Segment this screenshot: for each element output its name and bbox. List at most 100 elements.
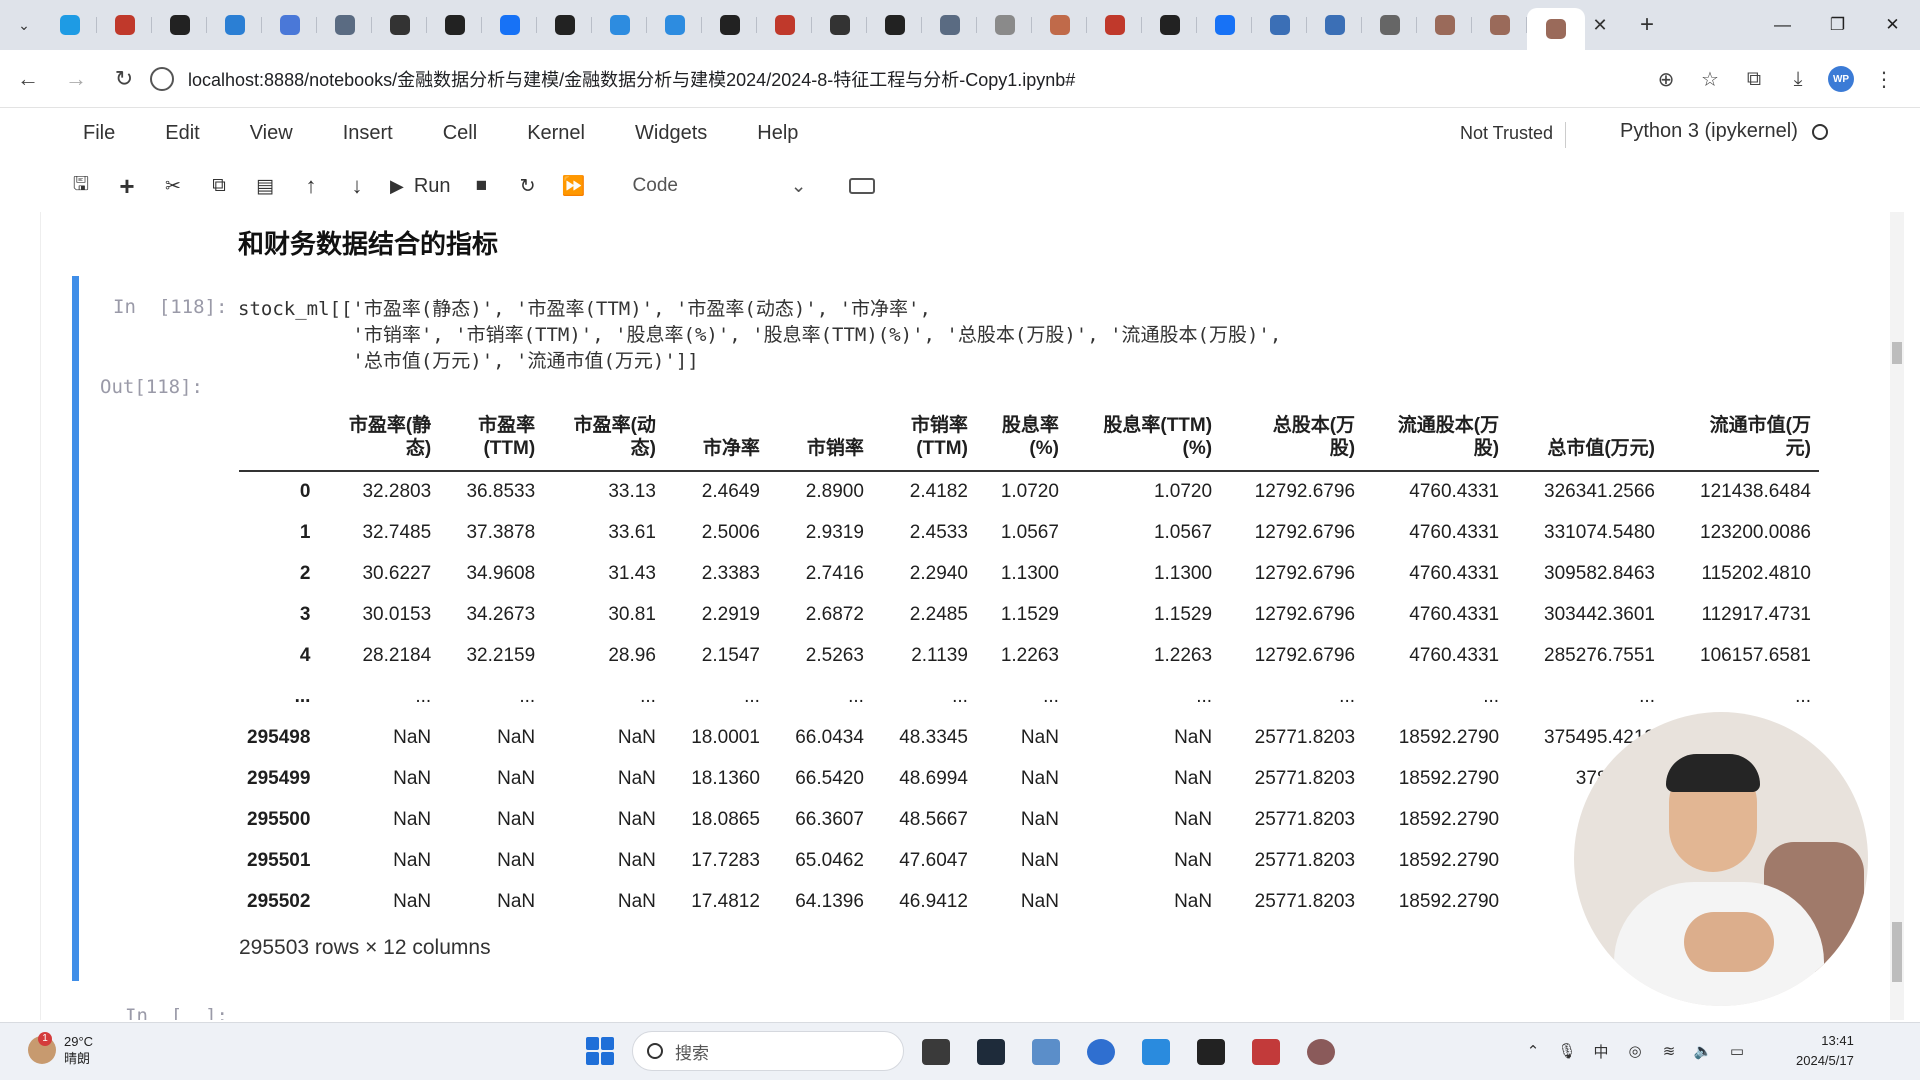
copy-icon[interactable]: ⧉ (196, 168, 242, 204)
browser-tab[interactable] (702, 7, 757, 43)
weather-widget[interactable]: 1 29°C 晴朗 (28, 1032, 93, 1067)
clock[interactable]: 13:41 2024/5/17 (1796, 1031, 1854, 1071)
browser-tab[interactable] (207, 7, 262, 43)
recorder-icon[interactable] (1299, 1032, 1343, 1072)
run-button[interactable]: ▶ Run (390, 175, 451, 198)
browser-tab[interactable] (1142, 7, 1197, 43)
volume-icon[interactable]: 🔈 (1686, 1037, 1720, 1065)
new-tab-button[interactable]: + (1629, 7, 1665, 43)
browser-tab[interactable] (1307, 7, 1362, 43)
back-icon[interactable]: ← (8, 59, 48, 99)
menu-cell[interactable]: Cell (443, 122, 477, 145)
keyboard-shortcuts-icon[interactable] (848, 178, 875, 194)
vscode-app-icon[interactable] (1134, 1032, 1178, 1072)
table-cell: 12792.6796 (1254, 562, 1356, 584)
menu-view[interactable]: View (250, 122, 293, 145)
tab-search-chevron-icon[interactable]: ⌄ (6, 7, 42, 43)
restart-run-all-icon[interactable]: ⏩ (551, 168, 597, 204)
browser-tab[interactable] (537, 7, 592, 43)
code-editor[interactable]: stock_ml[['市盈率(静态)', '市盈率(TTM)', '市盈率(动态… (238, 296, 1281, 374)
restart-kernel-icon[interactable]: ↻ (505, 168, 551, 204)
move-up-icon[interactable]: ↑ (288, 168, 334, 204)
next-cell-prompt[interactable]: In [ ]: (125, 1005, 228, 1020)
browser-tab[interactable] (757, 7, 812, 43)
table-row: 295498 NaN NaN NaN 18.0001 66.0434 48.3345 NaN N… (239, 717, 1819, 758)
address-bar[interactable]: localhost:8888/notebooks/金融数据分析与建模/金融数据分… (150, 59, 1590, 99)
browser-tab[interactable] (977, 7, 1032, 43)
app-tray-icon[interactable]: ◎ (1618, 1037, 1652, 1065)
start-button[interactable] (586, 1037, 614, 1065)
menu-file[interactable]: File (83, 122, 115, 145)
interrupt-icon[interactable]: ■ (459, 168, 505, 204)
browser-tab[interactable] (427, 7, 482, 43)
ime-icon[interactable]: 中 (1584, 1037, 1618, 1065)
trust-status[interactable]: Not Trusted (1448, 122, 1567, 148)
browser-tab[interactable] (922, 7, 977, 43)
chrome-icon[interactable] (1079, 1032, 1123, 1072)
kernel-indicator[interactable]: Python 3 (ipykernel) (1620, 120, 1828, 143)
window-controls: — ❐ ✕ (1755, 0, 1920, 50)
notebook-scrollbar[interactable] (1890, 212, 1904, 1020)
browser-tab[interactable] (592, 7, 647, 43)
browser-tab[interactable] (152, 7, 207, 43)
browser-tab[interactable] (97, 7, 152, 43)
save-icon[interactable]: 🖫 (58, 168, 104, 204)
profile-avatar[interactable]: WP (1828, 66, 1854, 92)
taskbar-search[interactable]: 搜索 (632, 1031, 904, 1071)
restore-icon[interactable]: ❐ (1810, 0, 1865, 50)
microphone-icon[interactable]: 🎙 (1550, 1037, 1584, 1065)
menu-edit[interactable]: Edit (165, 122, 199, 145)
cell-type-select[interactable]: Code ⌄ (619, 170, 819, 202)
file-explorer-icon[interactable] (914, 1032, 958, 1072)
browser-tab[interactable] (1252, 7, 1307, 43)
site-info-icon[interactable] (150, 67, 174, 91)
browser-tab[interactable] (1472, 7, 1527, 43)
tray-chevron-icon[interactable]: ⌃ (1516, 1037, 1550, 1065)
battery-icon[interactable]: ▭ (1720, 1037, 1754, 1065)
scrollbar-thumb-secondary[interactable] (1892, 922, 1902, 982)
close-tab-icon[interactable]: ✕ (1585, 10, 1615, 40)
minimize-icon[interactable]: — (1755, 0, 1810, 50)
browser-tab[interactable] (1417, 7, 1472, 43)
markdown-heading[interactable]: 和财务数据结合的指标 (238, 224, 498, 261)
table-cell: NaN (617, 726, 656, 748)
close-window-icon[interactable]: ✕ (1865, 0, 1920, 50)
browser-tab[interactable] (317, 7, 372, 43)
browser-tab[interactable] (262, 7, 317, 43)
browser-tab[interactable] (812, 7, 867, 43)
browser-tab[interactable] (1527, 8, 1585, 50)
menu-insert[interactable]: Insert (343, 122, 393, 145)
bookmark-star-icon[interactable]: ☆ (1688, 59, 1732, 99)
cut-icon[interactable]: ✂ (150, 168, 196, 204)
terminal-icon[interactable] (969, 1032, 1013, 1072)
menu-help[interactable]: Help (757, 122, 798, 145)
extensions-icon[interactable]: ⧉ (1732, 59, 1776, 99)
browser-tab[interactable] (482, 7, 537, 43)
browser-tab[interactable] (867, 7, 922, 43)
browser-tab[interactable] (1362, 7, 1417, 43)
column-header-line: 股息率 (1001, 415, 1059, 436)
scrollbar-thumb[interactable] (1892, 342, 1902, 364)
download-icon[interactable]: ⤓ (1776, 59, 1820, 99)
browser-tab[interactable] (1197, 7, 1252, 43)
wifi-icon[interactable]: ≋ (1652, 1037, 1686, 1065)
menu-widgets[interactable]: Widgets (635, 122, 707, 145)
cmd-icon[interactable] (1189, 1032, 1233, 1072)
reload-icon[interactable]: ↻ (104, 59, 144, 99)
browser-tab[interactable] (372, 7, 427, 43)
folder-icon[interactable] (1024, 1032, 1068, 1072)
paste-icon[interactable]: ▤ (242, 168, 288, 204)
url-text[interactable]: localhost:8888/notebooks/金融数据分析与建模/金融数据分… (188, 66, 1075, 92)
menu-kernel[interactable]: Kernel (527, 122, 585, 145)
forward-icon[interactable]: → (56, 59, 96, 99)
browser-tab[interactable] (42, 7, 97, 43)
more-menu-icon[interactable]: ⋮ (1862, 59, 1906, 99)
browser-tab[interactable] (1032, 7, 1087, 43)
browser-tab[interactable] (647, 7, 702, 43)
browser-tab[interactable] (1087, 7, 1142, 43)
move-down-icon[interactable]: ↓ (334, 168, 380, 204)
zoom-icon[interactable]: ⊕ (1644, 59, 1688, 99)
presenter-hands (1684, 912, 1774, 972)
insert-cell-icon[interactable]: + (104, 168, 150, 204)
wps-icon[interactable] (1244, 1032, 1288, 1072)
